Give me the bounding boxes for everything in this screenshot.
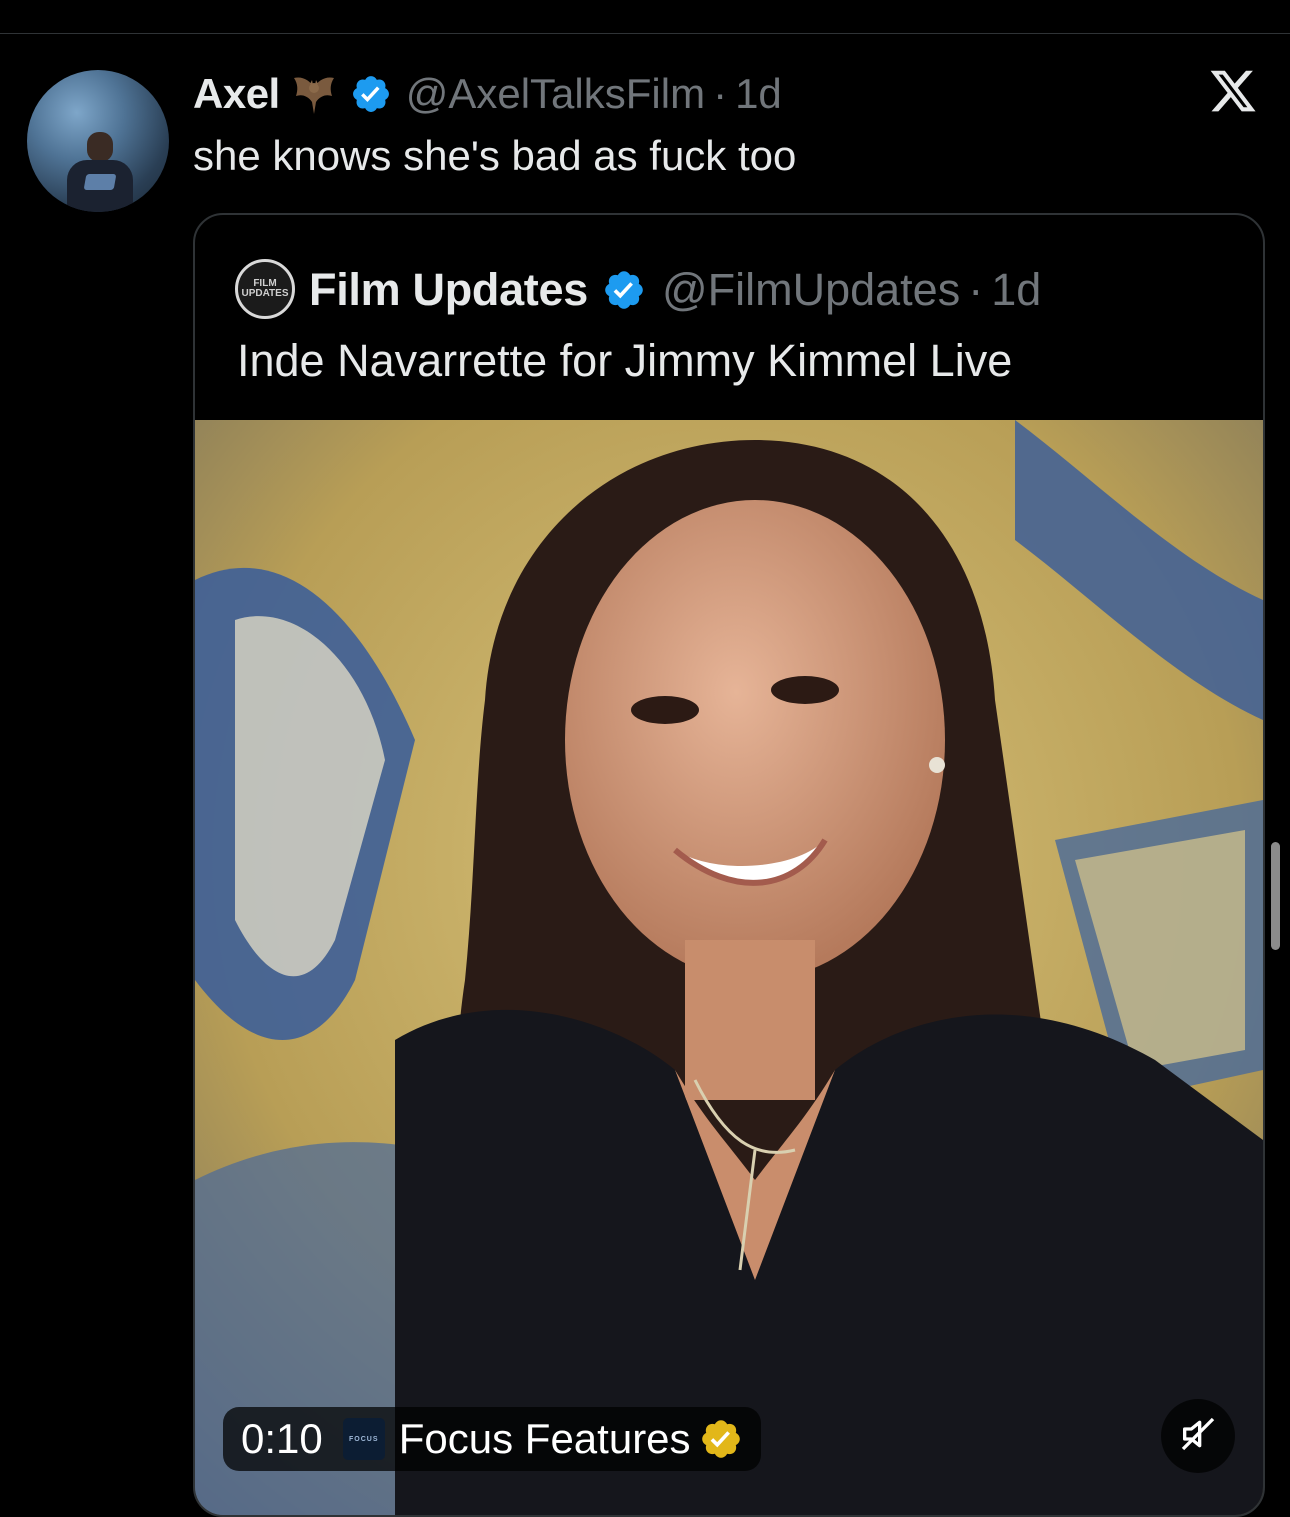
video-duration: 0:10 [241,1415,323,1462]
bat-emoji-icon [290,70,338,118]
user-avatar[interactable] [27,70,169,212]
media-source-name[interactable]: Focus Features [399,1415,691,1463]
quoted-avatar-text-2: UPDATES [241,288,289,299]
tweet-header: Axel @AxelTalksFilm · 1d [193,66,782,122]
focus-logo-text: FOCUS [349,1435,379,1443]
quoted-tweet-header: Film Updates @FilmUpdates · 1d [309,259,1041,321]
quoted-tweet-timestamp[interactable]: 1d [991,264,1041,316]
video-player[interactable] [195,420,1263,1515]
verified-badge-icon [602,268,646,312]
quoted-author-avatar[interactable]: FILM UPDATES [235,259,295,319]
mute-button[interactable] [1161,1399,1235,1473]
avatar-figure-head [87,132,113,162]
avatar-shirt-logo [83,174,117,190]
focus-features-logo-icon: FOCUS [342,1418,385,1460]
quoted-author-name[interactable]: Film Updates [309,264,588,316]
video-frame [195,420,1263,1515]
scrollbar-thumb[interactable] [1271,842,1280,950]
x-logo-icon[interactable] [1206,66,1260,116]
author-name[interactable]: Axel [193,70,280,118]
media-info-bar: 0:10 FOCUS Focus Features [223,1407,761,1471]
separator-dot: · [713,70,728,117]
separator-dot: · [968,264,984,315]
quoted-author-handle[interactable]: @FilmUpdates [662,264,960,316]
speaker-muted-icon [1178,1414,1218,1459]
quoted-tweet-card[interactable]: FILM UPDATES Film Updates @FilmUpdates ·… [193,213,1265,1517]
verified-org-badge-icon [699,1417,743,1461]
verified-badge-icon [350,73,392,115]
tweet-text: she knows she's bad as fuck too [193,132,797,179]
quoted-tweet-text: Inde Navarrette for Jimmy Kimmel Live [237,335,1013,386]
top-divider [0,33,1290,34]
author-handle[interactable]: @AxelTalksFilm [406,70,705,118]
tweet-timestamp[interactable]: 1d [735,70,782,118]
